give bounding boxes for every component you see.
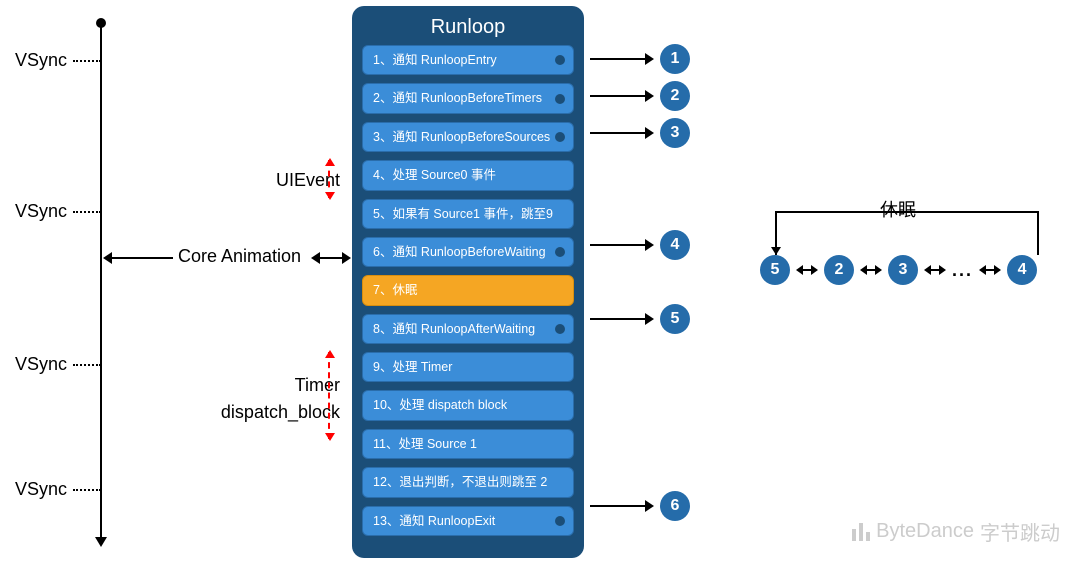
- runloop-step: 6、通知 RunloopBeforeWaiting: [362, 237, 574, 267]
- seq-link-icon: [862, 269, 880, 271]
- runloop-step: 9、处理 Timer: [362, 352, 574, 382]
- observer-arrow: [590, 318, 652, 320]
- seq-link-icon: [981, 269, 999, 271]
- observer-badge: 1: [660, 44, 690, 74]
- observer-badge: 5: [660, 304, 690, 334]
- runloop-panel: Runloop 1、通知 RunloopEntry 2、通知 RunloopBe…: [352, 6, 584, 558]
- core-animation-arrow-left: [105, 257, 173, 259]
- red-span-uievent: [328, 160, 330, 198]
- seq-node: 4: [1007, 255, 1037, 285]
- runloop-step: 4、处理 Source0 事件: [362, 160, 574, 190]
- runloop-step: 8、通知 RunloopAfterWaiting: [362, 314, 574, 344]
- observer-badge: 6: [660, 491, 690, 521]
- side-label-timer: Timer dispatch_block: [180, 372, 340, 426]
- observer-arrow: [590, 244, 652, 246]
- runloop-step: 10、处理 dispatch block: [362, 390, 574, 420]
- runloop-step: 2、通知 RunloopBeforeTimers: [362, 83, 574, 113]
- runloop-step: 12、退出判断，不退出则跳至 2: [362, 467, 574, 497]
- side-label-uievent: UIEvent: [180, 170, 340, 191]
- observer-badge: 3: [660, 118, 690, 148]
- runloop-step: 3、通知 RunloopBeforeSources: [362, 122, 574, 152]
- bytedance-watermark: ByteDance 字节跳动: [852, 517, 1060, 546]
- runloop-step-sleep: 7、休眠: [362, 275, 574, 305]
- core-animation-arrow-right: [313, 257, 349, 259]
- runloop-step: 13、通知 RunloopExit: [362, 506, 574, 536]
- observer-sequence: 5 2 3 ... 4: [760, 255, 1037, 285]
- observer-arrow: [590, 58, 652, 60]
- red-span-timer: [328, 352, 330, 439]
- runloop-step: 5、如果有 Source1 事件，跳至9: [362, 199, 574, 229]
- vsync-label: VSync: [15, 479, 101, 500]
- observer-arrow: [590, 132, 652, 134]
- observer-badge: 2: [660, 81, 690, 111]
- vsync-timeline: [100, 20, 102, 545]
- seq-node: 2: [824, 255, 854, 285]
- runloop-step: 11、处理 Source 1: [362, 429, 574, 459]
- seq-node: 5: [760, 255, 790, 285]
- seq-link-icon: [798, 269, 816, 271]
- seq-node: 3: [888, 255, 918, 285]
- vsync-label: VSync: [15, 354, 101, 375]
- sleep-label: 休眠: [880, 196, 916, 222]
- runloop-step: 1、通知 RunloopEntry: [362, 45, 574, 75]
- seq-ellipsis: ...: [952, 260, 973, 281]
- seq-link-icon: [926, 269, 944, 271]
- vsync-label: VSync: [15, 201, 101, 222]
- bytedance-logo-icon: [852, 523, 870, 541]
- watermark-en: ByteDance: [876, 520, 974, 543]
- observer-badge: 4: [660, 230, 690, 260]
- observer-arrow: [590, 505, 652, 507]
- runloop-title: Runloop: [362, 16, 574, 39]
- watermark-cn: 字节跳动: [980, 517, 1060, 546]
- observer-arrow: [590, 95, 652, 97]
- side-label-core-animation: Core Animation: [178, 246, 301, 267]
- vsync-label: VSync: [15, 50, 101, 71]
